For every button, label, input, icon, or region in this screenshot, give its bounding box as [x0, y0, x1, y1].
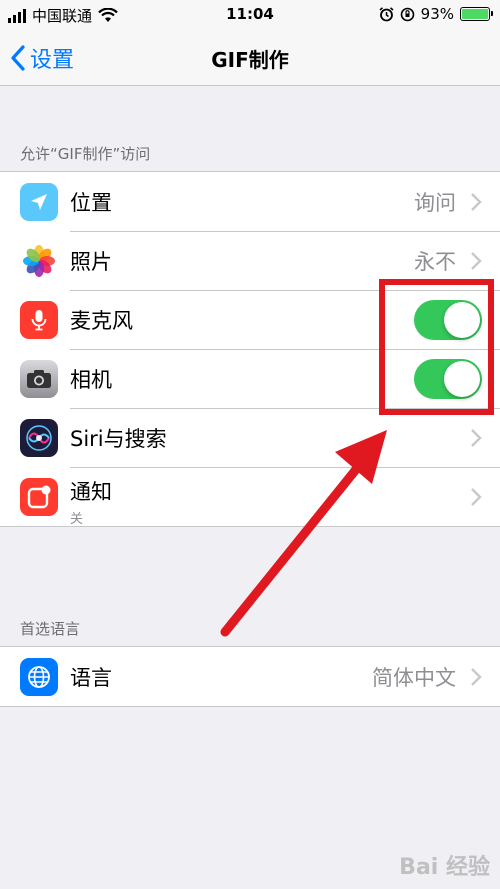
section-header-language: 首选语言	[20, 620, 81, 638]
photos-icon	[20, 241, 58, 280]
chevron-right-icon	[471, 428, 482, 447]
row-notifications-subtitle: 关	[70, 512, 84, 527]
annotation-highlight-box	[379, 279, 494, 415]
alarm-icon	[379, 6, 394, 21]
camera-icon	[20, 359, 58, 398]
row-location-label: 位置	[70, 190, 112, 215]
row-notifications[interactable]: 通知 关	[0, 467, 500, 527]
chevron-right-icon	[471, 251, 482, 270]
row-language-label: 语言	[70, 665, 112, 690]
orientation-lock-icon	[400, 7, 414, 21]
microphone-icon	[20, 300, 58, 339]
row-location-value: 询问	[414, 190, 456, 215]
siri-icon	[20, 418, 58, 457]
location-icon	[20, 182, 58, 221]
row-notifications-text: 通知 关	[70, 476, 112, 527]
section-header-access: 允许“GIF制作”访问	[20, 145, 151, 163]
status-right: 93%	[379, 5, 493, 23]
row-language[interactable]: 语言 简体中文	[0, 647, 500, 706]
row-siri-search-label: Siri与搜索	[70, 426, 167, 451]
page-title: GIF制作	[211, 48, 289, 72]
row-photos-label: 照片	[70, 249, 112, 274]
row-language-value: 简体中文	[372, 665, 456, 690]
chevron-right-icon	[471, 487, 482, 506]
row-notifications-label: 通知	[70, 480, 112, 504]
battery-percent: 93%	[420, 5, 454, 23]
row-siri-search[interactable]: Siri与搜索	[0, 408, 500, 467]
notifications-icon	[20, 477, 58, 516]
battery-icon	[460, 7, 493, 21]
language-settings-group: 语言 简体中文	[0, 646, 500, 707]
row-location[interactable]: 位置 询问	[0, 172, 500, 231]
row-camera-label: 相机	[70, 367, 112, 392]
chevron-right-icon	[471, 192, 482, 211]
navigation-bar: 设置 GIF制作	[0, 30, 500, 86]
watermark: Bai 经验	[399, 855, 490, 880]
row-photos-value: 永不	[414, 249, 456, 274]
row-microphone-label: 麦克风	[70, 308, 133, 333]
chevron-right-icon	[471, 667, 482, 686]
globe-icon	[20, 657, 58, 696]
status-bar: 中国联通 11:04 93%	[0, 0, 500, 30]
